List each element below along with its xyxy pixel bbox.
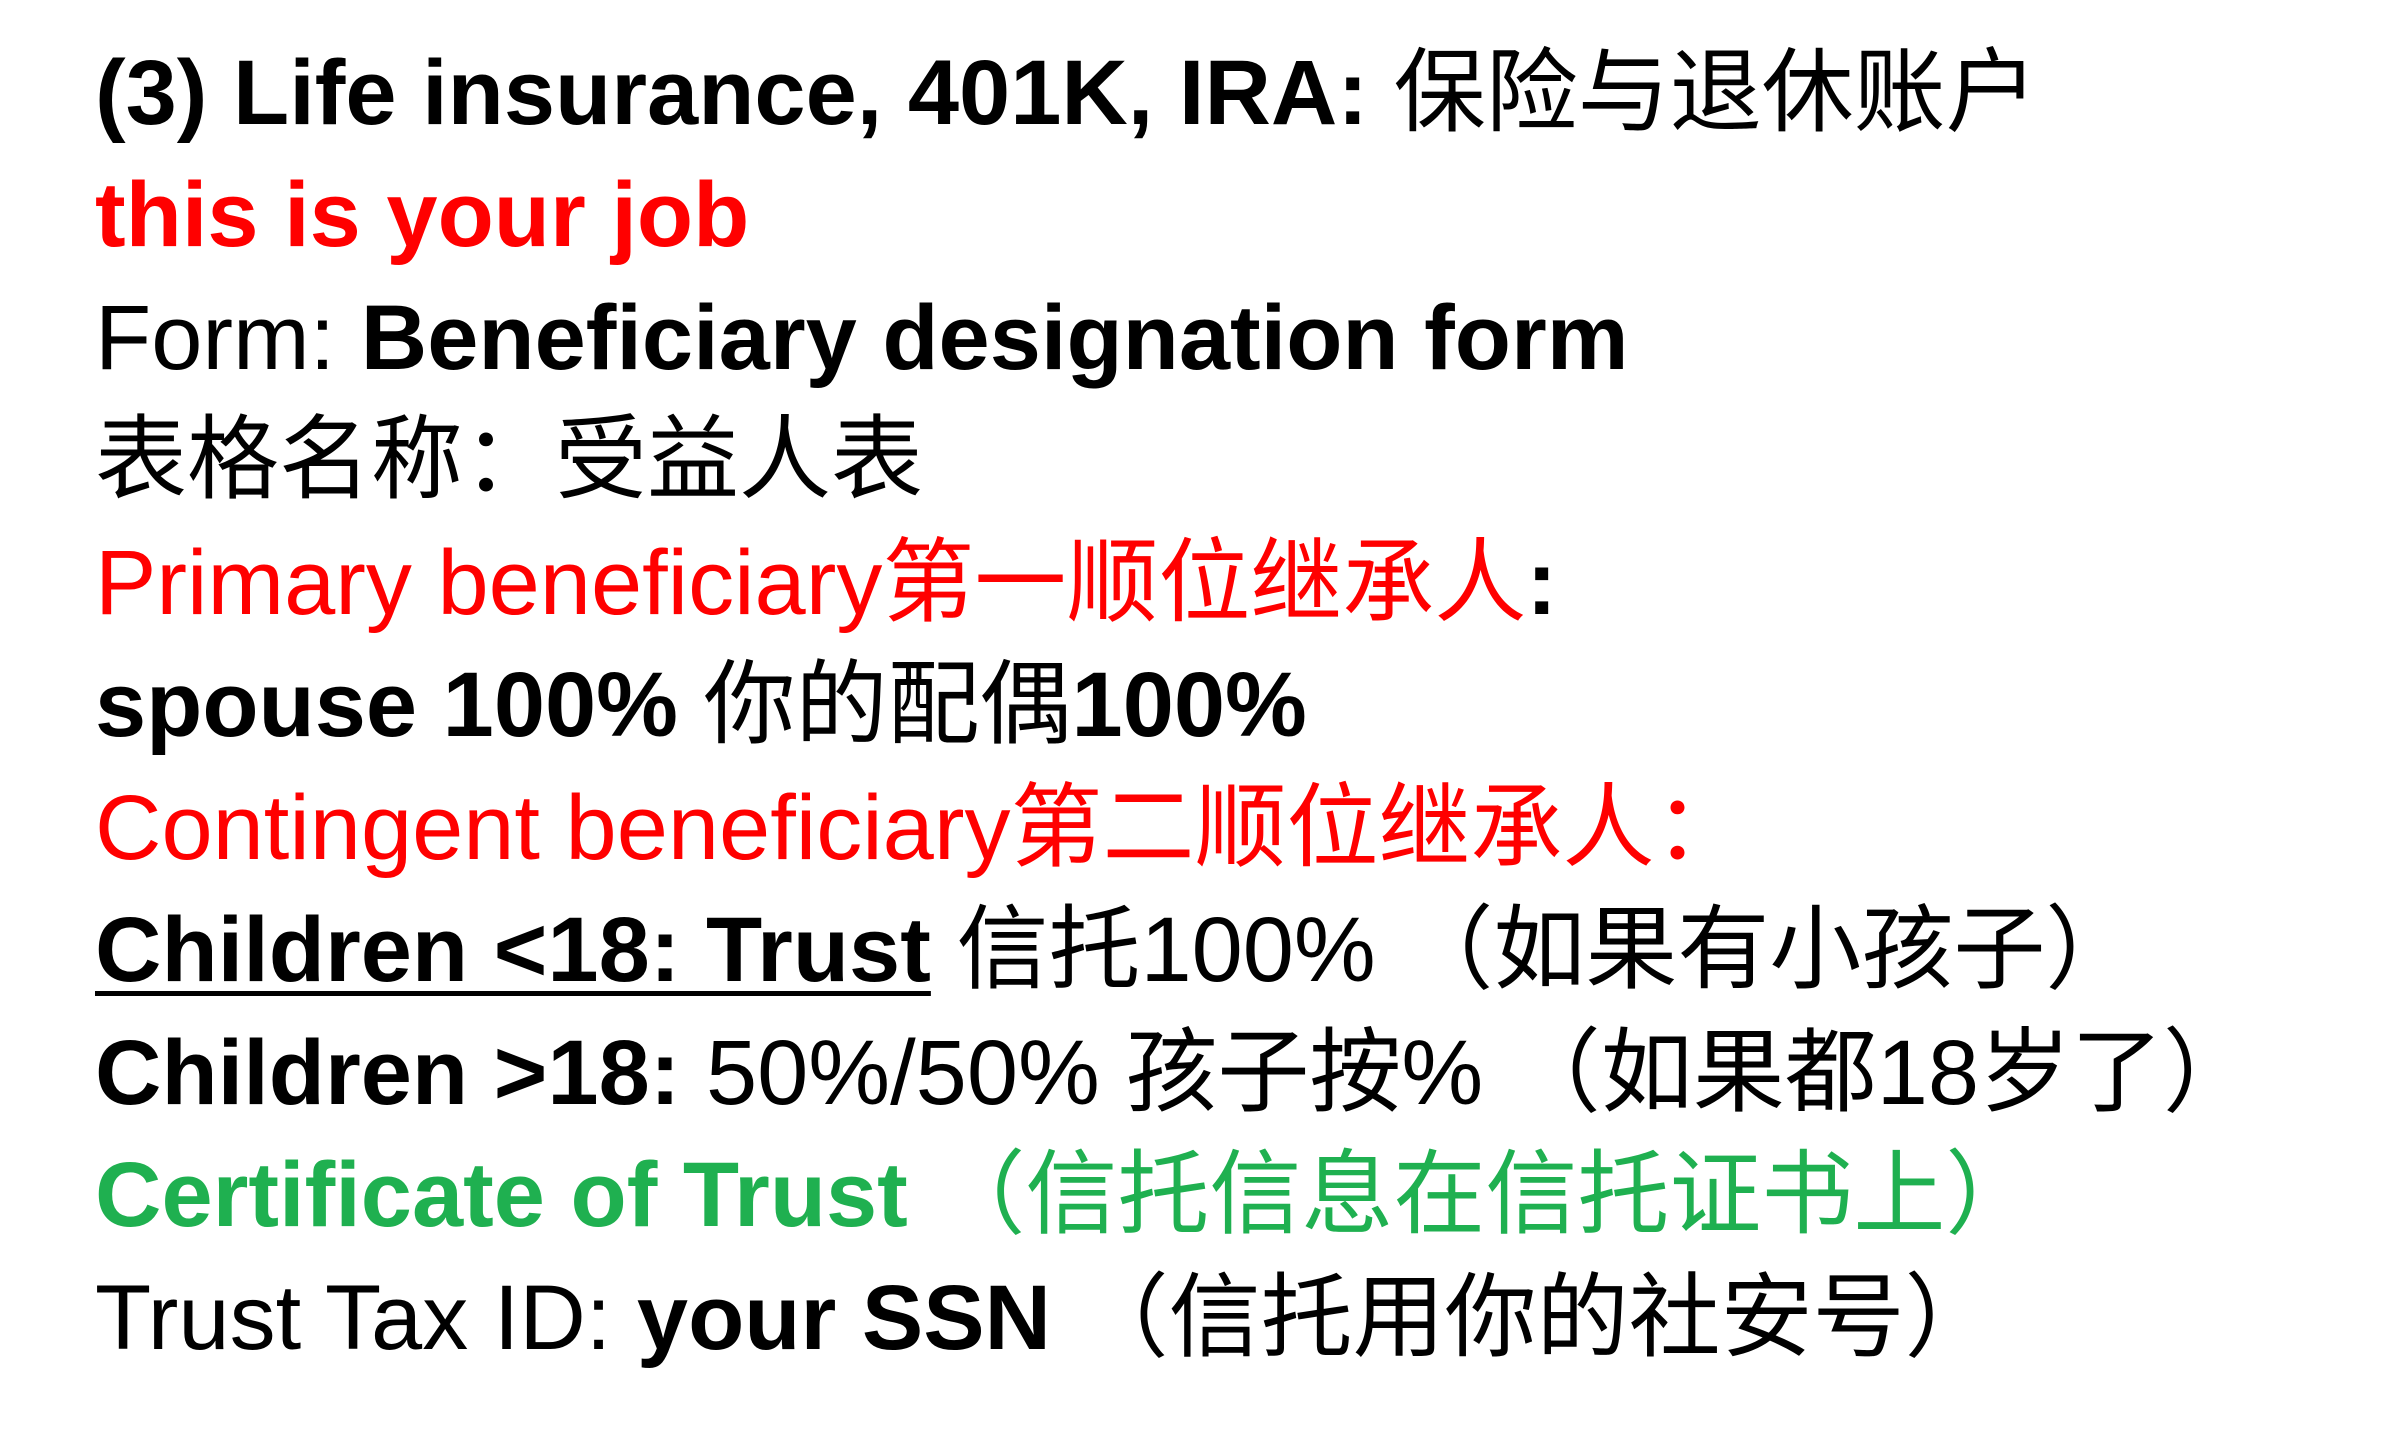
job-note: this is your job	[95, 164, 750, 266]
spouse-english: spouse 100%	[95, 654, 678, 756]
children-under-18-label: Children <18: Trust	[95, 899, 931, 1001]
certificate-line: Certificate of Trust （信托信息在信托证书上）	[95, 1140, 2037, 1250]
form-line: Form: Beneficiary designation form	[95, 283, 1629, 393]
certificate-note: （信托信息在信托证书上）	[933, 1144, 2038, 1246]
job-note-line: this is your job	[95, 160, 749, 270]
form-name-chinese-line: 表格名称：受益人表	[95, 405, 923, 515]
certificate-label: Certificate of Trust	[95, 1144, 908, 1246]
children-over-18-split: 50%/50% 孩子按% （如果都18岁了）	[705, 1022, 2256, 1124]
contingent-beneficiary-line: Contingent beneficiary第二顺位继承人：	[95, 773, 1746, 883]
trust-tax-id-note: （信托用你的社安号）	[1076, 1267, 1997, 1369]
primary-beneficiary-line: Primary beneficiary第一顺位继承人:	[95, 528, 1557, 638]
form-name-chinese: 表格名称：受益人表	[95, 409, 924, 511]
spouse-line: spouse 100% 你的配偶100%	[95, 650, 1307, 760]
trust-tax-id-label: Trust Tax ID:	[95, 1267, 612, 1369]
form-label: Form:	[95, 287, 336, 389]
slide: (3) Life insurance, 401K, IRA: 保险与退休账户 t…	[0, 0, 2391, 1429]
spouse-percent: 100%	[1071, 654, 1307, 756]
spouse-chinese: 你的配偶	[703, 654, 1072, 756]
form-name: Beneficiary designation form	[360, 287, 1629, 389]
children-under-18-note: （如果有小孩子）	[1401, 899, 2138, 1001]
children-over-18-label: Children >18:	[95, 1022, 681, 1124]
heading-line: (3) Life insurance, 401K, IRA: 保险与退休账户	[95, 38, 2038, 148]
children-over-18-line: Children >18: 50%/50% 孩子按% （如果都18岁了）	[95, 1018, 2255, 1128]
heading-chinese: 保险与退休账户	[1393, 42, 2038, 144]
primary-beneficiary-label: Primary beneficiary第一顺位继承人	[95, 532, 1527, 634]
contingent-beneficiary-label: Contingent beneficiary第二顺位继承人：	[95, 777, 1747, 879]
trust-tax-id-value: your SSN	[636, 1267, 1051, 1369]
trust-percent: 信托100%	[956, 899, 1376, 1001]
primary-beneficiary-colon: :	[1526, 532, 1557, 634]
children-under-18-line: Children <18: Trust 信托100% （如果有小孩子）	[95, 895, 2137, 1005]
trust-tax-id-line: Trust Tax ID: your SSN （信托用你的社安号）	[95, 1263, 1997, 1373]
heading-english: (3) Life insurance, 401K, IRA:	[95, 42, 1368, 144]
